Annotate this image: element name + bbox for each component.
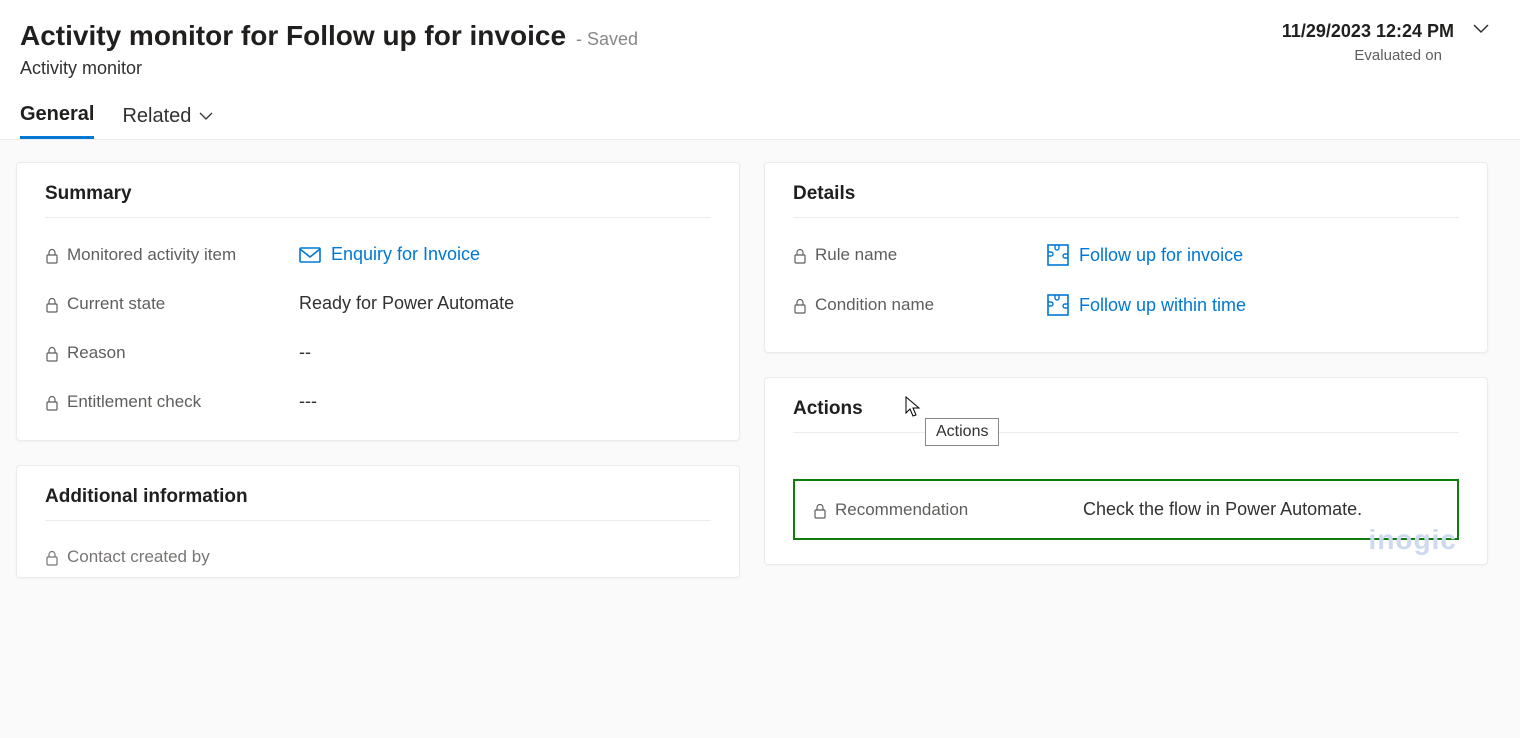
lock-icon: [813, 503, 827, 519]
current-state-label: Current state: [67, 294, 165, 314]
summary-title: Summary: [45, 183, 711, 218]
puzzle-icon: [1047, 294, 1069, 316]
details-title: Details: [793, 183, 1459, 218]
condition-name-value[interactable]: Follow up within time: [1047, 294, 1246, 316]
monitored-activity-text: Enquiry for Invoice: [331, 244, 480, 265]
tab-general[interactable]: General: [20, 103, 94, 139]
lock-icon: [45, 248, 59, 264]
evaluated-on-label: Evaluated on: [1354, 47, 1442, 64]
actions-card: Actions Actions Recommendation Check the…: [764, 377, 1488, 565]
actions-tooltip: Actions: [925, 418, 999, 446]
details-card: Details Rule name Follow up for invoice: [764, 162, 1488, 353]
mail-icon: [299, 246, 321, 264]
monitored-activity-label: Monitored activity item: [67, 245, 236, 265]
entitlement-label: Entitlement check: [67, 392, 201, 412]
lock-icon: [793, 248, 807, 264]
recommendation-value: Check the flow in Power Automate.: [1083, 499, 1362, 520]
summary-card: Summary Monitored activity item Enquiry …: [16, 162, 740, 441]
condition-name-text: Follow up within time: [1079, 295, 1246, 316]
entity-subtitle: Activity monitor: [20, 58, 638, 79]
save-state: - Saved: [576, 29, 638, 50]
reason-label: Reason: [67, 343, 126, 363]
tab-bar: General Related: [0, 79, 1520, 140]
recommendation-label: Recommendation: [835, 500, 968, 520]
watermark: inogic: [1369, 524, 1457, 556]
page-title: Activity monitor for Follow up for invoi…: [20, 20, 566, 52]
cursor-icon: [905, 396, 921, 418]
reason-value: --: [299, 342, 311, 363]
rule-name-label: Rule name: [815, 245, 897, 265]
chevron-down-icon: [197, 107, 215, 125]
recommendation-highlight: Recommendation Check the flow in Power A…: [793, 479, 1459, 540]
lock-icon: [45, 346, 59, 362]
chevron-down-icon[interactable]: [1472, 20, 1490, 43]
lock-icon: [45, 550, 59, 566]
rule-name-text: Follow up for invoice: [1079, 245, 1243, 266]
tab-related[interactable]: Related: [122, 103, 215, 139]
lock-icon: [45, 297, 59, 313]
timestamp: 11/29/2023 12:24 PM: [1282, 21, 1454, 42]
entitlement-value: ---: [299, 391, 317, 412]
additional-info-card: Additional information Contact created b…: [16, 465, 740, 578]
rule-name-value[interactable]: Follow up for invoice: [1047, 244, 1243, 266]
tab-related-label: Related: [122, 105, 191, 128]
monitored-activity-value[interactable]: Enquiry for Invoice: [299, 244, 480, 265]
current-state-value: Ready for Power Automate: [299, 293, 514, 314]
puzzle-icon: [1047, 244, 1069, 266]
condition-name-label: Condition name: [815, 295, 934, 315]
additional-title: Additional information: [45, 486, 711, 521]
actions-title: Actions: [793, 398, 1459, 433]
lock-icon: [793, 298, 807, 314]
contact-created-label: Contact created by: [67, 547, 210, 567]
lock-icon: [45, 395, 59, 411]
